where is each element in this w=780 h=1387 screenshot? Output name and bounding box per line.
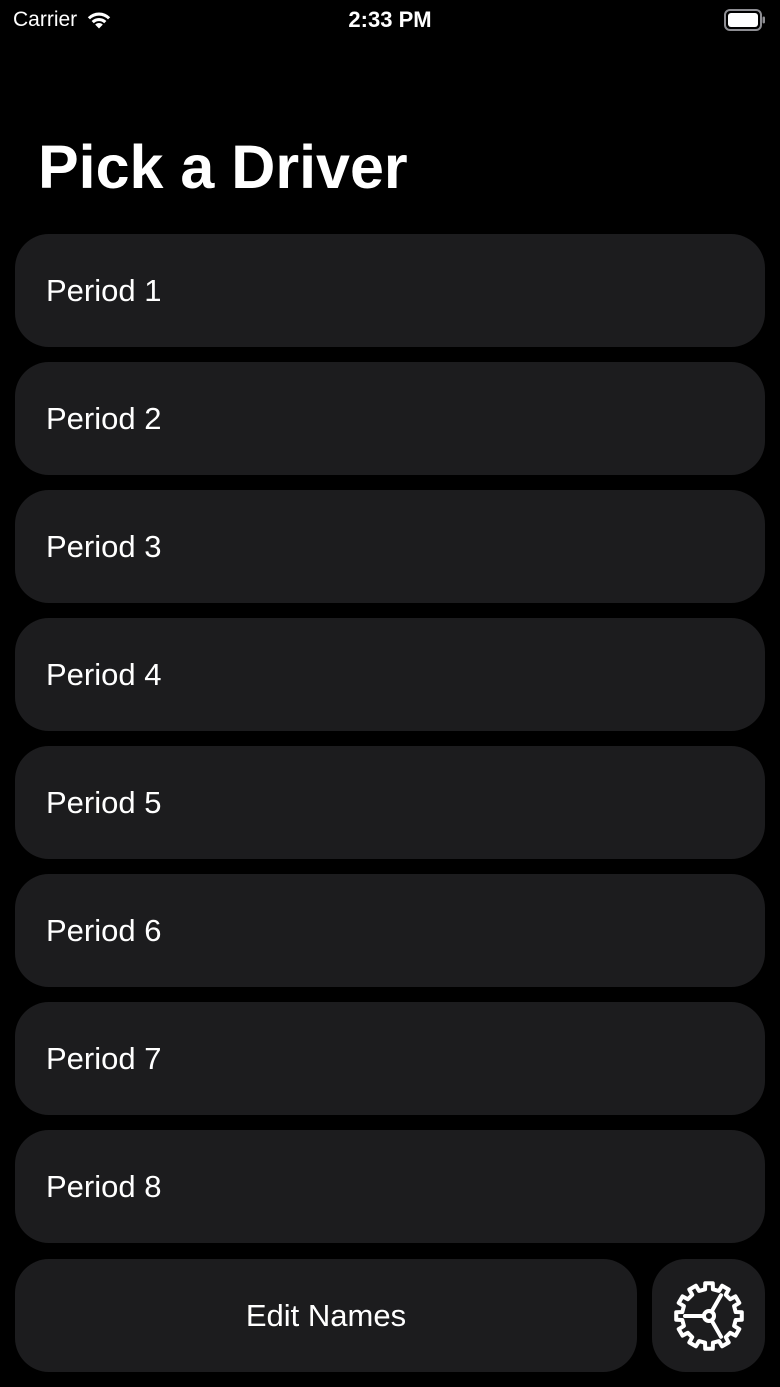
status-time: 2:33 PM xyxy=(348,7,432,32)
period-button-8[interactable]: Period 8 xyxy=(15,1130,765,1243)
edit-names-label: Edit Names xyxy=(245,1297,407,1333)
edit-names-button[interactable]: Edit Names xyxy=(15,1259,637,1372)
gear-icon xyxy=(673,1280,744,1351)
period-button-3[interactable]: Period 3 xyxy=(15,490,765,603)
period-button-5[interactable]: Period 5 xyxy=(15,746,765,859)
period-label: Period 4 xyxy=(46,656,162,692)
period-label: Period 1 xyxy=(46,272,162,308)
period-label: Period 5 xyxy=(46,784,162,820)
page-title: Pick a Driver xyxy=(38,133,408,201)
period-label: Period 3 xyxy=(46,528,162,564)
period-button-1[interactable]: Period 1 xyxy=(15,234,765,347)
period-button-6[interactable]: Period 6 xyxy=(15,874,765,987)
status-bar: Carrier 2:33 PM xyxy=(0,0,780,40)
period-button-2[interactable]: Period 2 xyxy=(15,362,765,475)
app-screen: Carrier 2:33 PM Pick a Driver Period 1 P… xyxy=(0,0,780,1387)
period-label: Period 7 xyxy=(46,1040,162,1076)
period-label: Period 2 xyxy=(46,400,162,436)
settings-button[interactable] xyxy=(652,1259,765,1372)
period-label: Period 8 xyxy=(46,1168,162,1204)
period-button-4[interactable]: Period 4 xyxy=(15,618,765,731)
period-button-7[interactable]: Period 7 xyxy=(15,1002,765,1115)
period-label: Period 6 xyxy=(46,912,162,948)
period-list: Period 1 Period 2 Period 3 Period 4 Peri… xyxy=(15,234,765,1258)
battery-icon xyxy=(724,9,765,31)
